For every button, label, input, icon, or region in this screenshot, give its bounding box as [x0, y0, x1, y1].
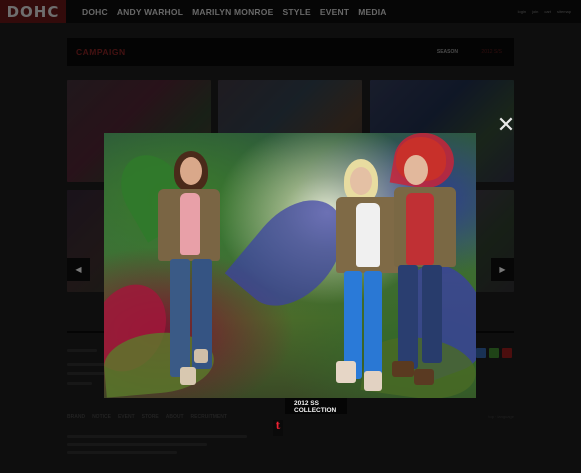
tumblr-glyph: t — [275, 421, 281, 432]
shoe-shape — [414, 369, 434, 385]
jeans-shape — [170, 259, 190, 377]
close-lightbox-button[interactable]: ✕ — [496, 113, 516, 138]
face-shape — [404, 155, 428, 185]
collection-badge: 2012 SS COLLECTION — [285, 398, 347, 414]
badge-line-1: 2012 SS — [294, 400, 319, 407]
face-shape — [180, 157, 202, 185]
face-shape — [350, 167, 372, 195]
jeans-shape — [422, 265, 442, 363]
lightbox-image — [104, 133, 476, 398]
shirt-shape — [180, 193, 200, 255]
shirt-shape — [356, 203, 380, 267]
jeans-shape — [398, 265, 418, 369]
shoe-shape — [364, 371, 382, 391]
shirt-shape — [406, 193, 434, 265]
shoe-shape — [194, 349, 208, 363]
shoe-shape — [336, 361, 356, 383]
close-icon: ✕ — [496, 113, 516, 138]
shoe-shape — [180, 367, 196, 385]
badge-line-2: COLLECTION — [294, 407, 337, 414]
shoe-shape — [392, 361, 414, 377]
tumblr-icon[interactable]: t — [273, 420, 283, 436]
